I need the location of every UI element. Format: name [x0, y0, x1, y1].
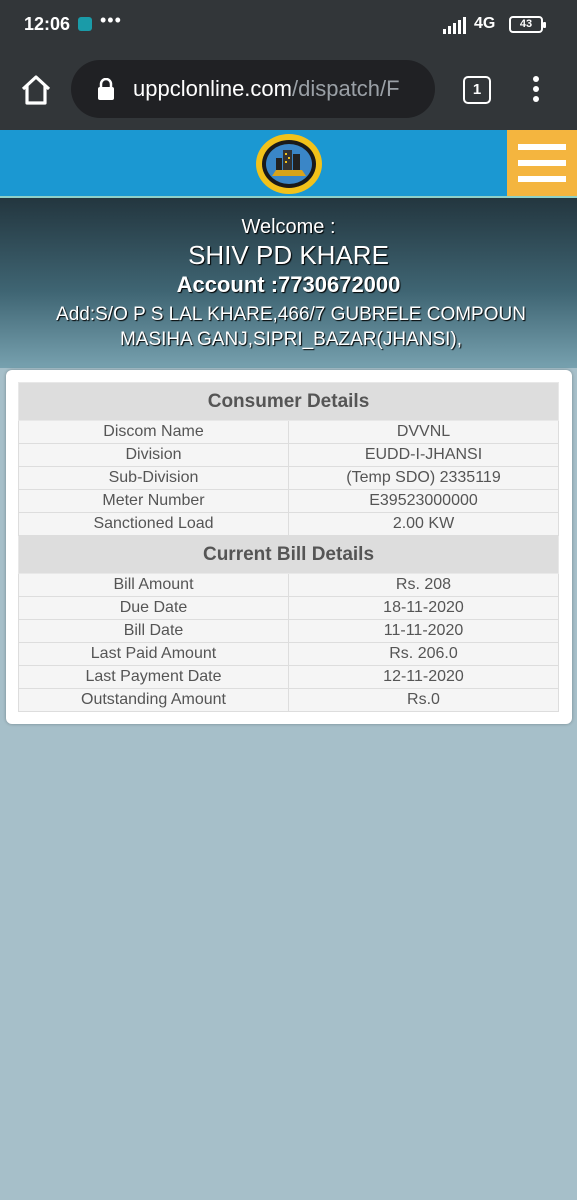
row-label: Sub-Division	[18, 466, 289, 490]
table-row: Outstanding Amount Rs.0	[18, 688, 559, 712]
row-label: Due Date	[18, 596, 289, 620]
table-row: Sanctioned Load 2.00 KW	[18, 512, 559, 536]
url-path: /dispatch/F	[291, 76, 400, 101]
browser-toolbar: uppclonline.com/dispatch/F 1	[0, 50, 577, 130]
welcome-banner: Welcome : SHIV PD KHARE Account :7730672…	[0, 198, 577, 368]
address-bar[interactable]: uppclonline.com/dispatch/F	[71, 60, 435, 118]
row-label: Last Paid Amount	[18, 642, 289, 666]
consumer-name: SHIV PD KHARE	[188, 240, 389, 270]
table-row: Bill Date 11-11-2020	[18, 619, 559, 643]
row-value: 11-11-2020	[288, 619, 559, 643]
site-header	[0, 130, 577, 198]
row-label: Division	[18, 443, 289, 467]
app-notification-icon	[78, 17, 92, 31]
row-label: Last Payment Date	[18, 665, 289, 689]
row-label: Discom Name	[18, 420, 289, 444]
consumer-details-heading: Consumer Details	[18, 382, 559, 421]
welcome-label: Welcome :	[241, 216, 336, 238]
row-value: Rs. 208	[288, 573, 559, 597]
table-row: Last Paid Amount Rs. 206.0	[18, 642, 559, 666]
url-domain: uppclonline.com	[133, 76, 292, 101]
row-value: EUDD-I-JHANSI	[288, 443, 559, 467]
tabs-button[interactable]: 1	[463, 76, 491, 104]
account-number: Account :7730672000	[176, 272, 401, 297]
table-row: Division EUDD-I-JHANSI	[18, 443, 559, 467]
table-row: Sub-Division (Temp SDO) 2335119	[18, 466, 559, 490]
row-label: Outstanding Amount	[18, 688, 289, 712]
row-value: Rs.0	[288, 688, 559, 712]
row-value: 18-11-2020	[288, 596, 559, 620]
row-label: Bill Date	[18, 619, 289, 643]
details-card: Consumer Details Discom Name DVVNL Divisi…	[6, 370, 572, 724]
tab-count: 1	[472, 81, 482, 98]
table-row: Meter Number E39523000000	[18, 489, 559, 513]
consumer-address: Add:S/O P S LAL KHARE,466/7 GUBRELE COMP…	[56, 304, 526, 350]
site-logo[interactable]	[254, 132, 324, 196]
row-value: 2.00 KW	[288, 512, 559, 536]
lock-icon	[98, 78, 114, 100]
overflow-menu-icon[interactable]	[530, 76, 542, 106]
more-notifications-icon: •••	[100, 10, 122, 30]
row-value: Rs. 206.0	[288, 642, 559, 666]
signal-icon	[443, 17, 466, 34]
home-icon[interactable]	[18, 72, 54, 108]
table-row: Last Payment Date 12-11-2020	[18, 665, 559, 689]
row-value: 12-11-2020	[288, 665, 559, 689]
table-row: Bill Amount Rs. 208	[18, 573, 559, 597]
row-label: Bill Amount	[18, 573, 289, 597]
battery-level: 43	[519, 18, 533, 30]
network-type: 4G	[474, 15, 496, 32]
table-row: Discom Name DVVNL	[18, 420, 559, 444]
battery-icon: 43	[509, 16, 546, 33]
status-bar: 12:06 ••• 4G 43	[0, 0, 577, 50]
row-value: (Temp SDO) 2335119	[288, 466, 559, 490]
status-time: 12:06	[24, 14, 71, 34]
table-row: Due Date 18-11-2020	[18, 596, 559, 620]
hamburger-menu-icon[interactable]	[507, 130, 577, 196]
bill-details-heading: Current Bill Details	[18, 535, 559, 574]
row-value: E39523000000	[288, 489, 559, 513]
url-text: uppclonline.com/dispatch/F	[133, 76, 400, 102]
row-value: DVVNL	[288, 420, 559, 444]
details-table: Consumer Details Discom Name DVVNL Divisi…	[18, 382, 559, 712]
row-label: Meter Number	[18, 489, 289, 513]
row-label: Sanctioned Load	[18, 512, 289, 536]
